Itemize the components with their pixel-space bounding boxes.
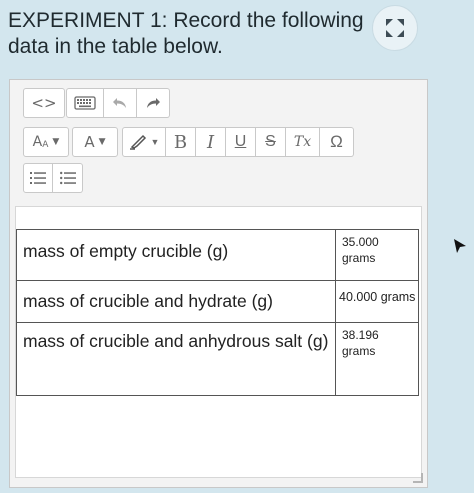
clear-format-button[interactable]: Tx bbox=[286, 127, 320, 157]
bold-button[interactable]: B bbox=[166, 127, 196, 157]
unordered-list-button[interactable] bbox=[53, 163, 83, 193]
keyboard-button[interactable] bbox=[66, 88, 104, 118]
clear-format-label: Tx bbox=[293, 134, 312, 150]
undo-icon bbox=[113, 98, 126, 108]
format-group: ▼ B I U S Tx Ω bbox=[122, 127, 354, 157]
ordered-list-icon bbox=[30, 172, 46, 184]
special-char-button[interactable]: Ω bbox=[320, 127, 354, 157]
caret-down-icon: ▼ bbox=[150, 137, 160, 147]
font-size-dropdown[interactable]: AA ▼ bbox=[23, 127, 69, 157]
list-group bbox=[23, 163, 83, 193]
resize-handle[interactable] bbox=[413, 473, 423, 483]
ordered-list-button[interactable] bbox=[23, 163, 53, 193]
font-size-label: A bbox=[32, 134, 43, 150]
redo-icon bbox=[147, 98, 160, 108]
font-color-label: A bbox=[84, 133, 95, 151]
unordered-list-icon bbox=[59, 171, 76, 185]
data-table: mass of empty crucible (g) 35.000 grams … bbox=[16, 229, 419, 396]
special-char-label: Ω bbox=[330, 132, 343, 151]
underline-button[interactable]: U bbox=[226, 127, 256, 157]
highlight-dropdown[interactable]: ▼ bbox=[122, 127, 166, 157]
mouse-cursor-icon bbox=[454, 239, 466, 253]
question-text: EXPERIMENT 1: Record the following data … bbox=[8, 9, 364, 58]
table-cell-value[interactable]: 38.196 grams bbox=[335, 322, 419, 396]
bold-label: B bbox=[173, 131, 188, 153]
font-size-subscript: A bbox=[42, 140, 49, 150]
expand-button[interactable] bbox=[372, 5, 418, 51]
table-cell-value[interactable]: 35.000 grams bbox=[335, 229, 419, 281]
strikethrough-label: S bbox=[265, 133, 276, 150]
table-cell-value[interactable]: 40.000 grams bbox=[335, 280, 419, 323]
redo-button[interactable] bbox=[137, 88, 170, 118]
undo-button[interactable] bbox=[104, 88, 137, 118]
italic-label: I bbox=[206, 131, 215, 153]
history-group bbox=[66, 88, 170, 118]
font-color-dropdown[interactable]: A ▼ bbox=[72, 127, 118, 157]
code-view-button[interactable]: <> bbox=[23, 88, 65, 118]
keyboard-icon bbox=[74, 96, 96, 110]
strikethrough-button[interactable]: S bbox=[256, 127, 286, 157]
highlighter-icon bbox=[129, 134, 146, 150]
table-cell-label[interactable]: mass of crucible and hydrate (g) bbox=[16, 280, 336, 323]
rich-text-editor[interactable]: <> AA ▼ A ▼ ▼ B I U S Tx Ω mass of empty… bbox=[9, 79, 428, 488]
table-cell-label[interactable]: mass of crucible and anhydrous salt (g) bbox=[16, 322, 336, 396]
caret-down-icon: ▼ bbox=[52, 137, 60, 147]
editor-content[interactable]: mass of empty crucible (g) 35.000 grams … bbox=[15, 206, 422, 478]
table-row: mass of empty crucible (g) 35.000 grams bbox=[16, 229, 419, 281]
table-row: mass of crucible and anhydrous salt (g) … bbox=[16, 322, 419, 396]
expand-arrows-icon bbox=[386, 19, 404, 37]
code-view-label: <> bbox=[31, 94, 57, 112]
italic-button[interactable]: I bbox=[196, 127, 226, 157]
table-cell-label[interactable]: mass of empty crucible (g) bbox=[16, 229, 336, 281]
underline-label: U bbox=[234, 133, 247, 150]
caret-down-icon: ▼ bbox=[98, 137, 106, 147]
table-row: mass of crucible and hydrate (g) 40.000 … bbox=[16, 280, 419, 323]
